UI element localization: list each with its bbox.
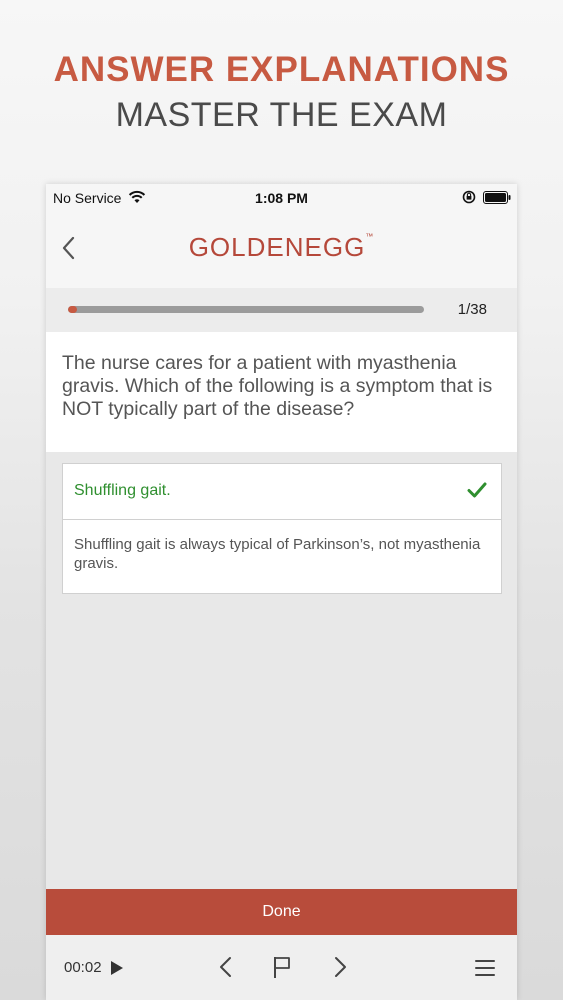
status-time: 1:08 PM — [255, 190, 308, 206]
progress-area: 1/38 — [46, 288, 517, 332]
phone-screen: No Service 1:08 PM GOLDENEGG™ 1/38 The n… — [46, 184, 517, 1000]
question-counter: 1/38 — [457, 301, 487, 318]
question-text: The nurse cares for a patient with myast… — [62, 352, 493, 420]
status-bar: No Service 1:08 PM — [46, 184, 517, 212]
checkmark-icon — [467, 482, 487, 498]
answer-text: Shuffling gait. — [74, 482, 171, 499]
promo-title: ANSWER EXPLANATIONS — [53, 50, 510, 89]
play-icon[interactable] — [110, 960, 124, 976]
bottom-toolbar: 00:02 — [46, 935, 517, 1000]
nav-bar: GOLDENEGG™ — [46, 212, 517, 288]
progress-bar — [68, 306, 424, 313]
next-chevron-icon[interactable] — [330, 955, 350, 979]
progress-fill — [68, 306, 78, 313]
menu-icon[interactable] — [475, 959, 495, 977]
question-card: The nurse cares for a patient with myast… — [46, 332, 517, 452]
goldenegg-logo: GOLDENEGG™ — [46, 232, 517, 263]
rotation-lock-icon — [462, 190, 476, 204]
timer: 00:02 — [64, 959, 102, 976]
flag-icon[interactable] — [272, 955, 292, 979]
answer-explanation: Shuffling gait is always typical of Park… — [74, 536, 481, 572]
answer-option[interactable]: Shuffling gait. — [63, 464, 501, 520]
logo-text: GOLDENEGG — [188, 232, 366, 262]
logo-trademark: ™ — [365, 232, 375, 241]
battery-icon — [483, 191, 511, 204]
promo-subtitle: MASTER THE EXAM — [115, 96, 448, 134]
promo-header: ANSWER EXPLANATIONS MASTER THE EXAM — [0, 0, 563, 180]
done-button[interactable]: Done — [46, 889, 517, 935]
previous-chevron-icon[interactable] — [216, 955, 236, 979]
answer-card: Shuffling gait. Shuffling gait is always… — [62, 463, 502, 594]
